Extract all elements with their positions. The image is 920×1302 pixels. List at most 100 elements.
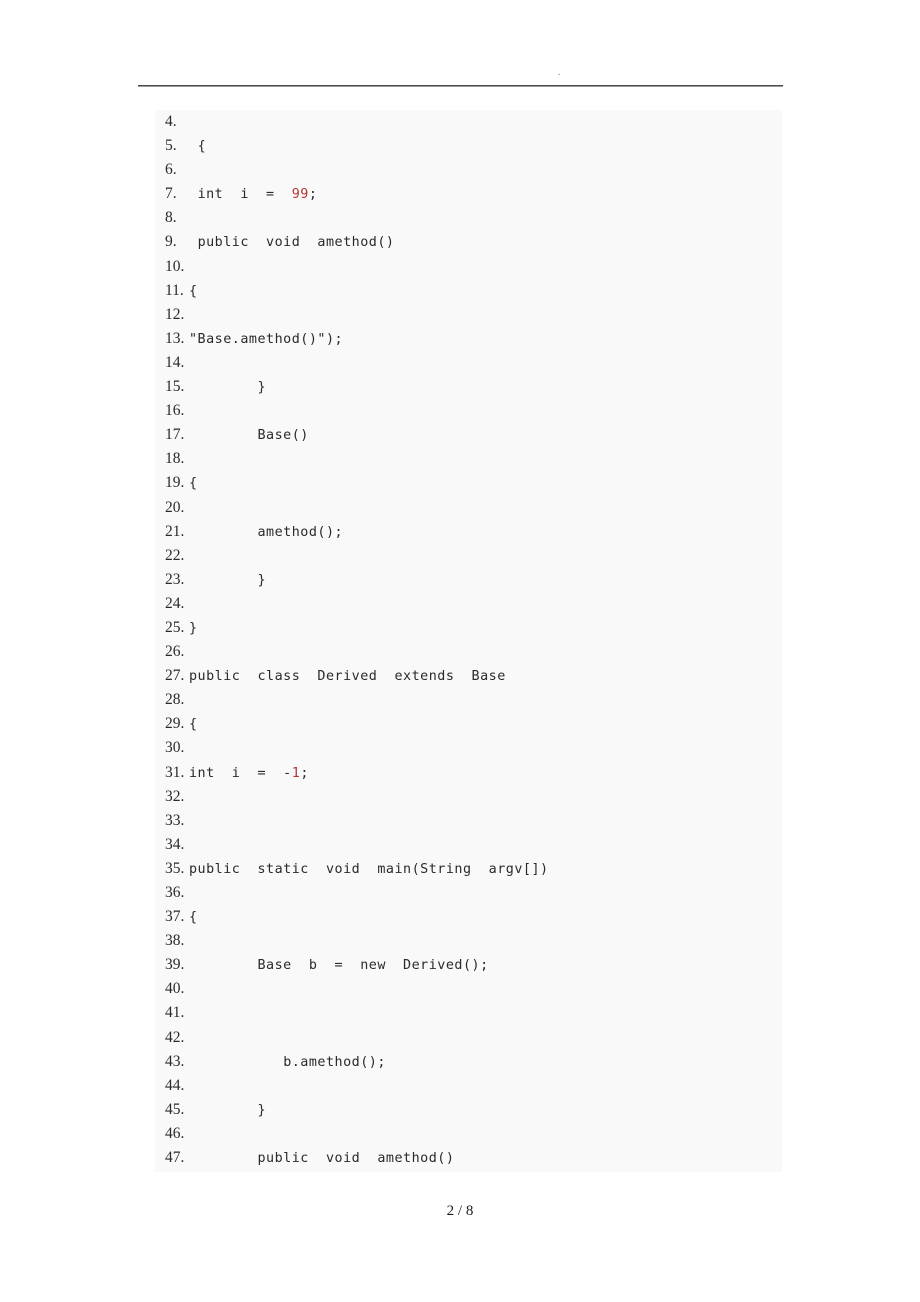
code-line: 10.: [155, 255, 782, 279]
code-line-text: {: [189, 280, 198, 304]
code-line: 37.{: [155, 905, 782, 929]
code-line: 43. b.amethod();: [155, 1050, 782, 1074]
code-line: 42.: [155, 1026, 782, 1050]
code-line: 9. public void amethod(): [155, 230, 782, 254]
line-number: 35.: [165, 859, 185, 877]
code-segment: Base b = new Derived();: [257, 958, 489, 974]
code-line-text: }: [189, 569, 266, 593]
line-number: 8.: [165, 209, 177, 227]
code-line: 23. }: [155, 568, 782, 592]
code-segment-trailing: ;: [300, 765, 309, 781]
line-number: 13.: [165, 329, 185, 347]
code-line: 35. public static void main(String argv[]…: [155, 857, 782, 881]
code-line: 18.: [155, 447, 782, 471]
code-segment: }: [257, 1102, 267, 1118]
line-number: 40.: [165, 980, 185, 998]
code-segment: }: [189, 620, 198, 636]
code-line: 29.{: [155, 712, 782, 736]
line-number: 29.: [165, 715, 185, 733]
line-number: 27.: [165, 667, 185, 685]
line-number: 39.: [165, 956, 185, 974]
code-segment: int i =: [197, 187, 292, 203]
code-line: 20.: [155, 496, 782, 520]
line-number: 33.: [165, 811, 185, 829]
code-line: 11. {: [155, 279, 782, 303]
line-number: 7.: [165, 185, 177, 203]
code-line: 13. "Base.amethod()");: [155, 327, 782, 351]
code-line: 36.: [155, 881, 782, 905]
code-line-text: public static void main(String argv[]): [189, 858, 549, 882]
code-line-text: {: [189, 906, 198, 930]
code-line: 45. }: [155, 1098, 782, 1122]
code-segment: {: [197, 139, 207, 155]
line-number: 36.: [165, 884, 185, 901]
code-line-text: amethod();: [189, 521, 343, 545]
code-segment: b.amethod();: [283, 1054, 386, 1070]
code-line-text: }: [189, 1099, 266, 1123]
code-segment: public static void main(String argv[]): [189, 861, 549, 877]
code-line: 47. public void amethod(): [155, 1146, 782, 1170]
code-line: 44.: [155, 1074, 782, 1098]
code-segment: amethod();: [257, 524, 344, 540]
code-segment: {: [189, 476, 198, 492]
line-number: 31.: [165, 763, 185, 781]
code-line: 21. amethod();: [155, 520, 782, 544]
line-number: 28.: [165, 691, 185, 709]
line-number: 20.: [165, 498, 185, 516]
header-mark-text: .: [558, 67, 561, 77]
page-header: .: [138, 60, 783, 88]
code-literal-number: 99: [291, 187, 309, 203]
code-line: 4.: [155, 110, 782, 134]
code-segment: int i = -: [189, 765, 292, 781]
code-segment: {: [189, 717, 198, 733]
code-line: 31. int i = -1;: [155, 761, 782, 785]
page-footer: 2 / 8: [446, 1203, 474, 1219]
code-line: 6.: [155, 158, 782, 182]
code-line: 16.: [155, 399, 782, 423]
line-number: 17.: [165, 426, 185, 444]
code-segment: public void amethod(): [197, 235, 395, 251]
line-number: 19.: [165, 474, 185, 492]
code-line-text: {: [189, 472, 198, 496]
line-number: 26.: [165, 643, 185, 661]
code-segment: {: [189, 910, 198, 926]
line-number: 16.: [165, 402, 185, 420]
line-number: 9.: [165, 233, 177, 251]
line-number: 4.: [165, 113, 177, 130]
code-line-text: "Base.amethod()");: [189, 328, 343, 352]
code-line: 24.: [155, 592, 782, 616]
header-rule: [138, 85, 783, 87]
code-line: 12.: [155, 303, 782, 327]
line-number: 24.: [165, 594, 185, 612]
code-line-text: public void amethod(): [189, 231, 395, 255]
code-line: 22.: [155, 544, 782, 568]
code-segment: }: [257, 380, 267, 396]
code-line: 30.: [155, 736, 782, 760]
code-segment: public void amethod(): [257, 1151, 455, 1167]
line-number: 41.: [165, 1004, 185, 1022]
code-line-text: {: [189, 713, 198, 737]
line-number: 44.: [165, 1076, 185, 1094]
code-line: 14.: [155, 351, 782, 375]
line-number: 23.: [165, 570, 185, 588]
line-number: 11.: [165, 281, 184, 299]
line-number: 30.: [165, 739, 185, 757]
line-number: 22.: [165, 546, 185, 564]
line-number: 5.: [165, 137, 177, 155]
line-number: 10.: [165, 257, 185, 275]
code-segment: "Base.amethod()");: [189, 331, 344, 347]
code-line-text: public void amethod(): [189, 1147, 454, 1171]
code-line-text: int i = -1;: [189, 762, 309, 786]
line-number: 47.: [165, 1149, 185, 1167]
line-number: 32.: [165, 787, 185, 805]
code-line-text: {: [189, 135, 206, 159]
code-line: 32.: [155, 785, 782, 809]
